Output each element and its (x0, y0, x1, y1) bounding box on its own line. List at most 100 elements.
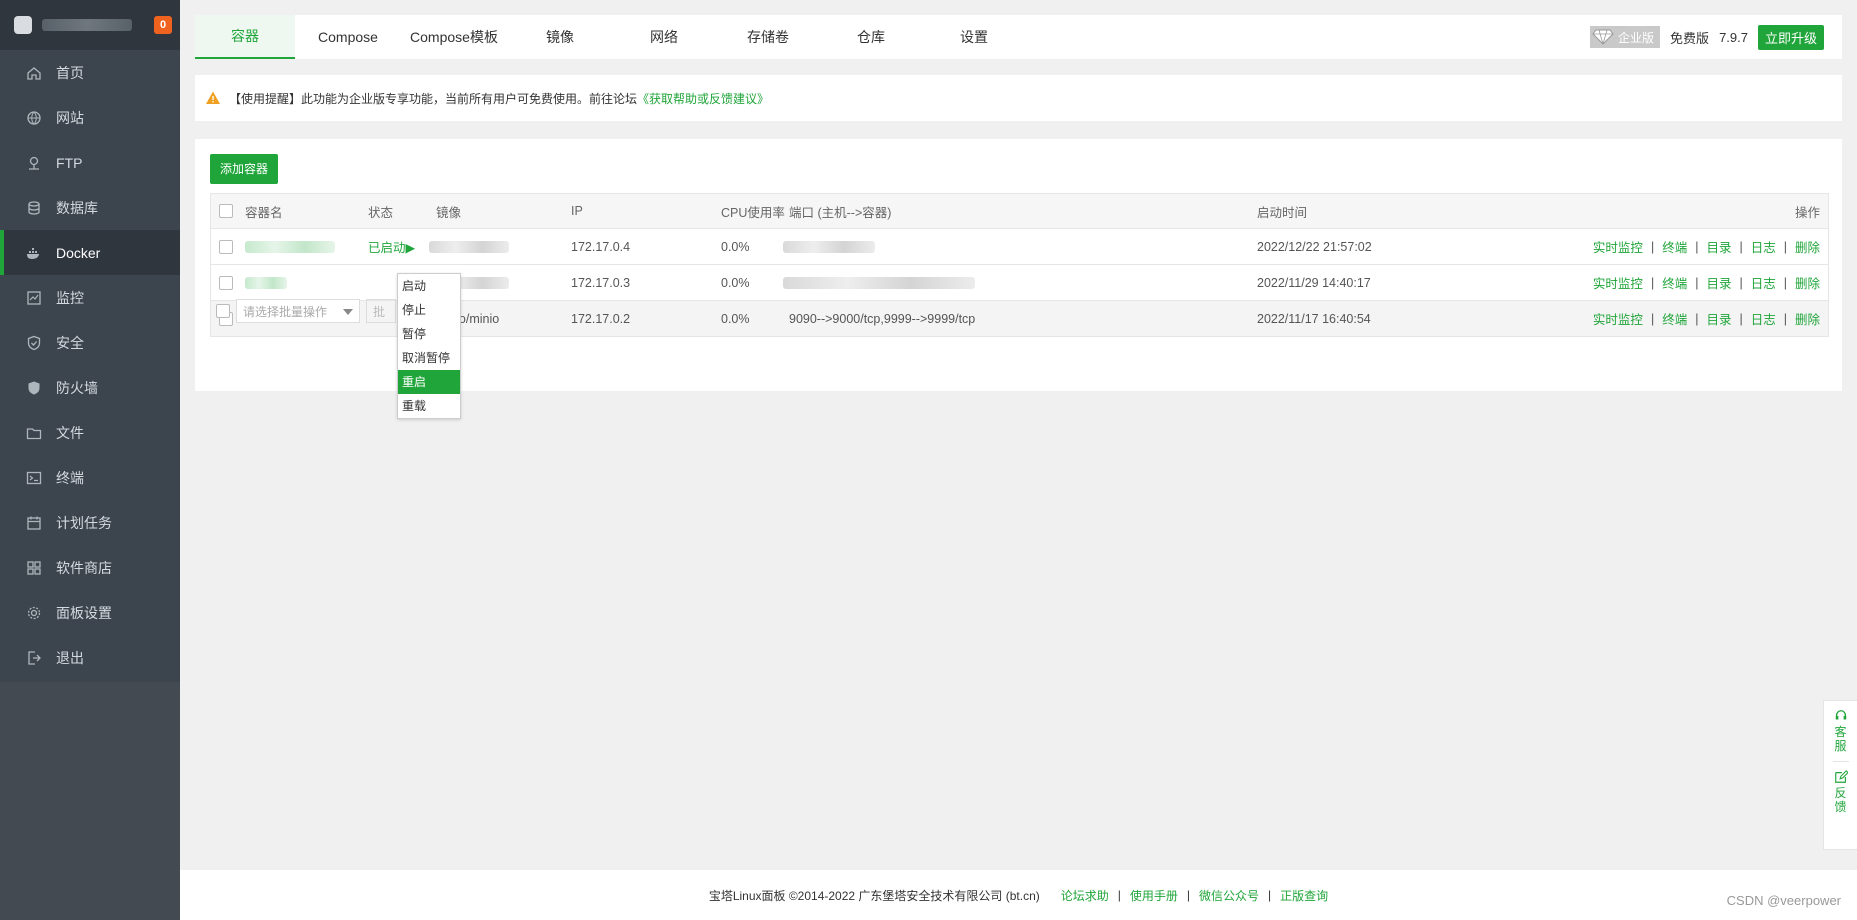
edit-icon (1834, 770, 1848, 783)
delete-link[interactable]: 删除 (1795, 309, 1820, 328)
terminal-link[interactable]: 终端 (1662, 237, 1687, 256)
row-actions: 实时监控 | 终端 | 目录 | 日志 | 删除 (1593, 301, 1820, 336)
sidebar-item-docker[interactable]: Docker (0, 230, 180, 275)
batch-execute-button[interactable]: 批 (366, 299, 396, 323)
tab-registry[interactable]: 仓库 (821, 15, 921, 59)
header-status: 状态 (368, 205, 394, 220)
batch-select-checkbox[interactable] (216, 304, 230, 318)
status-running[interactable]: 已启动▶ (368, 229, 415, 264)
status-dropdown-menu: 启动 停止 暂停 取消暂停 重启 重载 (397, 273, 461, 419)
log-link[interactable]: 日志 (1751, 273, 1776, 292)
docker-icon (26, 245, 42, 261)
enterprise-label: 企业版 (1618, 30, 1655, 45)
row-started: 2022/12/22 21:57:02 (1257, 239, 1372, 254)
batch-operations: 请选择批量操作 批 (216, 299, 396, 323)
sidebar-item-label: 计划任务 (56, 514, 112, 531)
license-check-link[interactable]: 正版查询 (1280, 887, 1328, 904)
sidebar-item-label: 防火墙 (56, 379, 98, 396)
sidebar-item-cron[interactable]: 计划任务 (0, 500, 180, 545)
tab-network[interactable]: 网络 (613, 15, 715, 59)
monitor-link[interactable]: 实时监控 (1593, 309, 1643, 328)
tab-containers[interactable]: 容器 (195, 15, 295, 59)
ftp-icon (26, 155, 42, 171)
directory-link[interactable]: 目录 (1706, 273, 1731, 292)
image-blurred (429, 240, 509, 253)
menu-item-unpause[interactable]: 取消暂停 (398, 346, 460, 370)
header-ip: IP (571, 204, 583, 218)
monitor-link[interactable]: 实时监控 (1593, 237, 1643, 256)
sidebar-item-firewall[interactable]: 防火墙 (0, 365, 180, 410)
menu-item-start[interactable]: 启动 (398, 274, 460, 298)
table-header: 容器名 状态 镜像 IP CPU使用率 端口 (主机-->容器) 启动时间 操作 (211, 194, 1828, 229)
sidebar-item-label: 首页 (56, 64, 84, 81)
customer-service-label: 客服 (1834, 725, 1847, 753)
sidebar-item-label: 面板设置 (56, 604, 112, 621)
container-name-blurred[interactable] (245, 240, 335, 253)
container-name-blurred[interactable] (245, 276, 287, 289)
menu-item-reload[interactable]: 重载 (398, 394, 460, 418)
manual-link[interactable]: 使用手册 (1130, 887, 1178, 904)
row-cpu: 0.0% (721, 239, 750, 254)
customer-service-button[interactable]: 客服 (1834, 709, 1848, 753)
sidebar-item-settings[interactable]: 面板设置 (0, 590, 180, 635)
tab-settings[interactable]: 设置 (921, 15, 1027, 59)
directory-link[interactable]: 目录 (1706, 237, 1731, 256)
sidebar-item-label: 监控 (56, 289, 84, 306)
row-started: 2022/11/17 16:40:54 (1257, 311, 1371, 326)
delete-link[interactable]: 删除 (1795, 273, 1820, 292)
sidebar-item-files[interactable]: 文件 (0, 410, 180, 455)
warning-icon (206, 91, 220, 104)
row-checkbox[interactable] (219, 239, 233, 254)
tab-volumes[interactable]: 存储卷 (715, 15, 821, 59)
menu-item-stop[interactable]: 停止 (398, 298, 460, 322)
tab-compose[interactable]: Compose (295, 15, 401, 59)
sidebar-item-database[interactable]: 数据库 (0, 185, 180, 230)
sidebar-item-label: 数据库 (56, 199, 98, 216)
wechat-link[interactable]: 微信公众号 (1199, 887, 1259, 904)
sidebar-item-security[interactable]: 安全 (0, 320, 180, 365)
terminal-link[interactable]: 终端 (1662, 273, 1687, 292)
ports-blurred (783, 240, 875, 253)
sidebar-item-store[interactable]: 软件商店 (0, 545, 180, 590)
sidebar-item-home[interactable]: 首页 (0, 50, 180, 95)
copyright-text: 宝塔Linux面板 ©2014-2022 广东堡塔安全技术有限公司 (bt.cn… (708, 888, 1040, 903)
delete-link[interactable]: 删除 (1795, 237, 1820, 256)
divider (1832, 761, 1849, 762)
sidebar-item-logout[interactable]: 退出 (0, 635, 180, 680)
enterprise-badge[interactable]: 企业版 (1590, 26, 1661, 48)
sidebar-item-website[interactable]: 网站 (0, 95, 180, 140)
sidebar-item-terminal[interactable]: 终端 (0, 455, 180, 500)
header-name[interactable]: 容器名 (245, 194, 283, 228)
monitor-link[interactable]: 实时监控 (1593, 273, 1643, 292)
log-link[interactable]: 日志 (1751, 237, 1776, 256)
header-ops: 操作 (1794, 205, 1820, 220)
feedback-button[interactable]: 反馈 (1834, 770, 1848, 814)
forum-help-link[interactable]: 论坛求助 (1061, 887, 1109, 904)
menu-item-restart[interactable]: 重启 (398, 370, 460, 394)
select-all-checkbox[interactable] (219, 204, 233, 218)
batch-operation-select[interactable]: 请选择批量操作 (236, 299, 360, 323)
row-checkbox[interactable] (219, 275, 233, 290)
terminal-link[interactable]: 终端 (1662, 309, 1687, 328)
sidebar-item-label: Docker (56, 244, 101, 261)
header-started: 启动时间 (1257, 205, 1308, 220)
diamond-icon (1592, 29, 1614, 45)
header-cpu: CPU使用率 (721, 205, 785, 220)
add-container-button[interactable]: 添加容器 (210, 154, 279, 184)
upgrade-button[interactable]: 立即升级 (1757, 24, 1824, 50)
free-edition-label: 免费版 (1670, 30, 1710, 46)
headset-icon (1835, 710, 1846, 720)
row-actions: 实时监控 | 终端 | 目录 | 日志 | 删除 (1593, 265, 1820, 300)
tab-images[interactable]: 镜像 (507, 15, 613, 59)
sidebar-footer-area (0, 682, 180, 920)
sidebar-item-ftp[interactable]: FTP (0, 140, 180, 185)
directory-link[interactable]: 目录 (1706, 309, 1731, 328)
menu-item-pause[interactable]: 暂停 (398, 322, 460, 346)
tab-compose-templates[interactable]: Compose模板 (401, 15, 507, 59)
sidebar-item-monitor[interactable]: 监控 (0, 275, 180, 320)
log-link[interactable]: 日志 (1751, 309, 1776, 328)
notification-badge[interactable]: 0 (154, 16, 172, 34)
notice-help-link[interactable]: 《获取帮助或反馈建议》 (637, 90, 769, 107)
header-ports: 端口 (主机-->容器) (789, 205, 892, 220)
row-ip: 172.17.0.2 (571, 311, 631, 326)
